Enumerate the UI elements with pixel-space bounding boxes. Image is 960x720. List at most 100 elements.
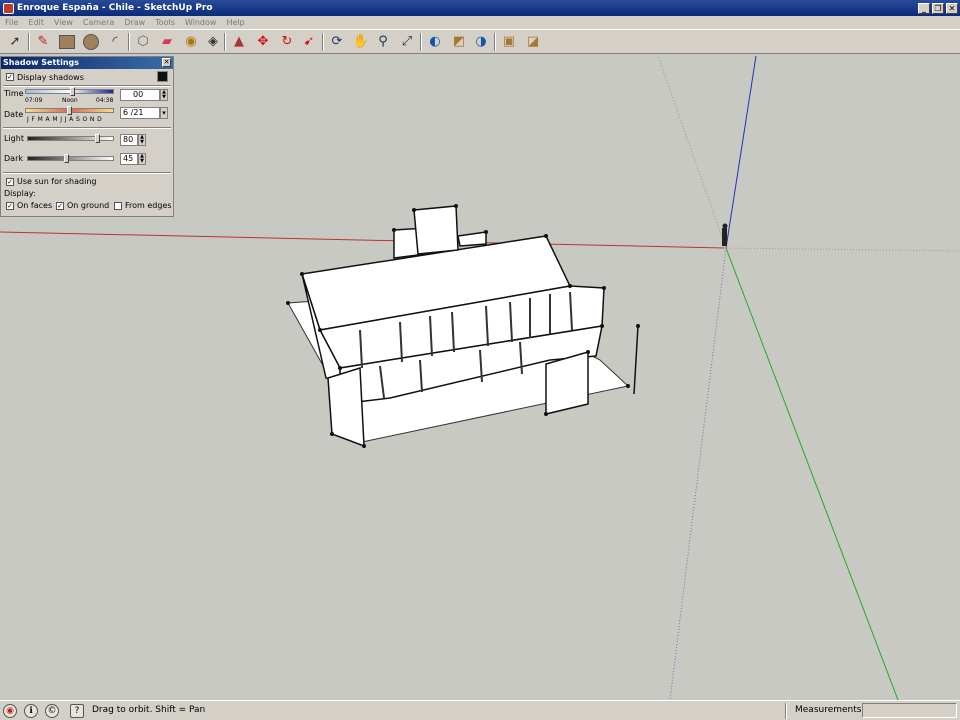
light-slider-thumb[interactable] — [95, 134, 100, 143]
title-bar: Enroque España - Chile - SketchUp Pro _ … — [0, 0, 960, 16]
menu-tools[interactable]: Tools — [150, 18, 180, 27]
from-edges-checkbox[interactable] — [114, 202, 122, 210]
display-shadows-checkbox[interactable]: ✓ — [6, 73, 14, 81]
dark-label: Dark — [4, 154, 23, 163]
main-toolbar: ➚ ✎ ◜ ⬡ ▰ ◉ ◈ ▲ ✥ ↻ ➹ ⟳ ✋ ⚲ ⤢ ◐ ◩ ◑ ▣ ◪ — [0, 29, 960, 54]
time-spinner[interactable]: ▲ ▼ — [160, 89, 168, 101]
help-icon[interactable]: ? — [70, 704, 84, 718]
person-figure — [722, 223, 728, 246]
tape-measure-icon[interactable]: ◉ — [182, 33, 200, 51]
time-field[interactable]: 00 — [120, 89, 160, 101]
rotate-icon[interactable]: ↻ — [278, 33, 296, 51]
date-slider-thumb[interactable] — [67, 106, 72, 115]
select-icon[interactable]: ➚ — [6, 33, 24, 51]
use-sun-checkbox[interactable]: ✓ — [6, 178, 14, 186]
dark-slider-thumb[interactable] — [64, 154, 69, 163]
previous-view-icon[interactable]: ◐ — [426, 33, 444, 51]
pencil-icon[interactable]: ✎ — [34, 33, 52, 51]
dark-field[interactable]: 45 — [120, 153, 138, 165]
menu-bar: File Edit View Camera Draw Tools Window … — [0, 16, 960, 29]
time-end-label: 04:38 — [96, 97, 114, 104]
time-noon-label: Noon — [62, 97, 78, 104]
status-divider — [785, 703, 787, 719]
paint-bucket-icon[interactable]: ◈ — [204, 33, 222, 51]
menu-edit[interactable]: Edit — [23, 18, 49, 27]
time-start-label: 07:09 — [25, 97, 43, 104]
red-axis-negative — [723, 247, 960, 252]
follow-me-icon[interactable]: ➹ — [300, 33, 318, 51]
divider — [3, 127, 171, 129]
share-model-icon[interactable]: ▣ — [500, 33, 518, 51]
panel-title: Shadow Settings — [1, 57, 173, 69]
status-hint: Drag to orbit. Shift = Pan — [92, 705, 206, 715]
green-axis-negative — [657, 55, 727, 249]
arc-icon[interactable]: ◜ — [106, 33, 124, 51]
date-months-label: J F M A M J J A S O N D — [27, 116, 103, 123]
toolbar-separator — [322, 33, 324, 51]
panel-close-button[interactable]: ✕ — [162, 58, 171, 67]
from-edges-label: From edges — [125, 201, 172, 210]
date-dropdown-button[interactable]: ▾ — [160, 107, 168, 119]
on-ground-checkbox[interactable]: ✓ — [56, 202, 64, 210]
get-models-icon[interactable]: ◑ — [472, 33, 490, 51]
light-label: Light — [4, 134, 24, 143]
restore-button[interactable]: ❐ — [932, 2, 944, 14]
menu-draw[interactable]: Draw — [119, 18, 150, 27]
measurements-label: Measurements — [795, 705, 862, 715]
on-faces-label: On faces — [17, 201, 53, 210]
push-pull-icon[interactable]: ▲ — [230, 33, 248, 51]
divider — [3, 172, 171, 174]
eraser-icon[interactable]: ▰ — [158, 33, 176, 51]
light-slider[interactable] — [27, 136, 114, 141]
toolbar-separator — [128, 33, 130, 51]
date-label: Date — [4, 110, 24, 119]
expand-toggle-icon[interactable] — [157, 71, 168, 82]
geo-location-icon[interactable]: ◉ — [3, 704, 17, 718]
copyright-icon[interactable]: © — [45, 704, 59, 718]
use-sun-label: Use sun for shading — [17, 177, 97, 186]
light-spinner[interactable]: ▲ ▼ — [138, 134, 146, 146]
next-view-icon[interactable]: ◩ — [450, 33, 468, 51]
window-title: Enroque España - Chile - SketchUp Pro — [17, 3, 213, 13]
blue-axis — [725, 55, 757, 249]
toolbar-separator — [224, 33, 226, 51]
make-component-icon[interactable]: ⬡ — [134, 33, 152, 51]
dynamic-component-icon[interactable]: ◪ — [524, 33, 542, 51]
light-field[interactable]: 80 — [120, 134, 138, 146]
menu-window[interactable]: Window — [180, 18, 222, 27]
on-ground-label: On ground — [67, 201, 110, 210]
zoom-icon[interactable]: ⚲ — [374, 33, 392, 51]
dark-spinner[interactable]: ▲ ▼ — [138, 153, 146, 165]
menu-file[interactable]: File — [0, 18, 23, 27]
toolbar-separator — [420, 33, 422, 51]
red-axis — [0, 231, 725, 249]
credits-icon[interactable]: ℹ — [24, 704, 38, 718]
sketchup-app-icon — [3, 2, 14, 14]
menu-view[interactable]: View — [49, 18, 78, 27]
menu-camera[interactable]: Camera — [78, 18, 119, 27]
date-field[interactable]: 6 /21 — [120, 107, 160, 119]
display-shadows-label: Display shadows — [17, 73, 84, 82]
toolbar-separator — [494, 33, 496, 51]
divider — [3, 85, 171, 87]
shadow-settings-panel: Shadow Settings ✕ ✓ Display shadows Time… — [0, 56, 174, 217]
green-axis — [725, 247, 899, 700]
menu-help[interactable]: Help — [221, 18, 249, 27]
pan-icon[interactable]: ✋ — [352, 33, 370, 51]
measurements-field[interactable] — [862, 703, 957, 718]
minimize-button[interactable]: _ — [918, 2, 930, 14]
on-faces-checkbox[interactable]: ✓ — [6, 202, 14, 210]
circle-icon[interactable] — [82, 33, 100, 51]
zoom-extents-icon[interactable]: ⤢ — [398, 33, 416, 51]
dark-slider[interactable] — [27, 156, 114, 161]
time-label: Time — [4, 89, 24, 98]
close-window-button[interactable]: ✕ — [946, 2, 958, 14]
status-bar: ◉ ℹ © ? Drag to orbit. Shift = Pan Measu… — [0, 700, 960, 720]
orbit-icon[interactable]: ⟳ — [328, 33, 346, 51]
toolbar-separator — [28, 33, 30, 51]
move-icon[interactable]: ✥ — [254, 33, 272, 51]
time-slider-thumb[interactable] — [70, 87, 75, 96]
rectangle-icon[interactable] — [58, 33, 76, 51]
display-label: Display: — [4, 189, 36, 198]
blue-axis-negative — [669, 247, 727, 700]
